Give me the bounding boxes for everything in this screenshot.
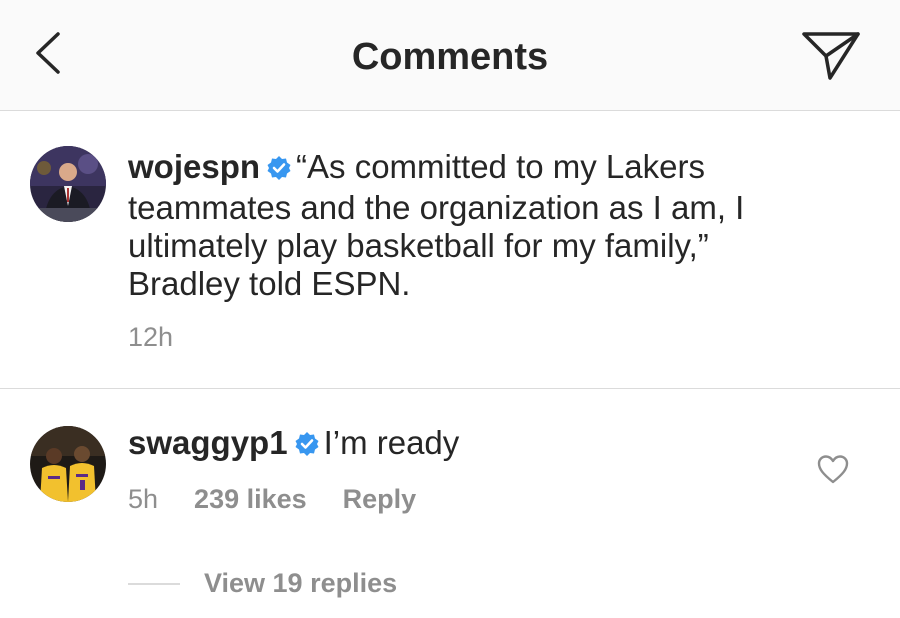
- post-timestamp: 12h: [128, 322, 174, 352]
- post-username[interactable]: wojespn: [128, 148, 260, 185]
- verified-badge-icon: [294, 427, 320, 465]
- avatar-wojespn[interactable]: [30, 146, 106, 222]
- divider: [0, 388, 900, 389]
- replies-divider-line: [128, 582, 180, 585]
- reply-button[interactable]: Reply: [343, 484, 417, 514]
- paper-plane-icon: [802, 32, 860, 80]
- avatar-swaggyp1[interactable]: [30, 426, 106, 502]
- post-meta: 12h: [128, 322, 209, 353]
- view-replies-button[interactable]: View 19 replies: [128, 568, 397, 599]
- post-caption: wojespn “As committed to my Lakers teamma…: [128, 148, 808, 303]
- likes-count[interactable]: 239 likes: [194, 484, 307, 514]
- comment-username[interactable]: swaggyp1: [128, 424, 288, 461]
- verified-badge-icon: [266, 151, 292, 189]
- avatar-image: [30, 146, 106, 222]
- comment-body: swaggyp1 I’m ready: [128, 424, 788, 465]
- share-button[interactable]: [800, 26, 862, 84]
- view-replies-label: View 19 replies: [204, 568, 398, 598]
- comment-timestamp: 5h: [128, 484, 159, 514]
- comment-meta: 5h 239 likes Reply: [128, 484, 452, 515]
- header-bar: Comments: [0, 0, 900, 111]
- avatar-image: [30, 426, 106, 502]
- heart-icon: [817, 455, 849, 484]
- comment-text: I’m ready: [323, 424, 460, 461]
- like-button[interactable]: [817, 454, 849, 486]
- page-title: Comments: [351, 36, 549, 78]
